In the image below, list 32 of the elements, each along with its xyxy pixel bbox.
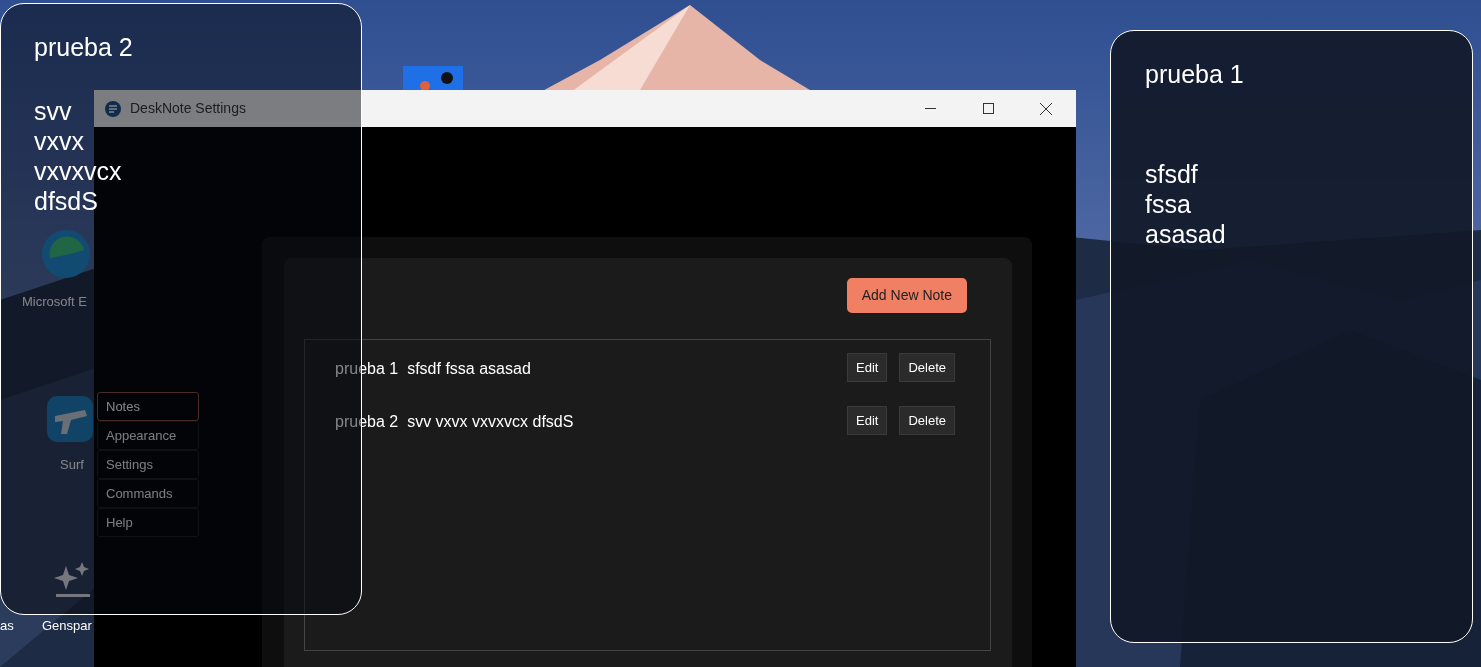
- note-line: fssa: [1145, 189, 1191, 219]
- browser-icon[interactable]: [40, 228, 92, 280]
- icon-label[interactable]: Genspar: [42, 616, 92, 636]
- delete-button[interactable]: Delete: [899, 353, 955, 382]
- edit-button[interactable]: Edit: [847, 406, 888, 435]
- nav-item[interactable]: Settings: [97, 450, 199, 479]
- note-line: svv: [34, 96, 72, 126]
- nav-item[interactable]: Help: [97, 508, 199, 537]
- airplane-icon[interactable]: [45, 394, 95, 444]
- note-title: prueba 2: [34, 32, 133, 62]
- maximize-icon: [982, 103, 994, 114]
- note-line: vxvx: [34, 126, 84, 156]
- nav-item[interactable]: Appearance: [97, 421, 199, 450]
- icon-label[interactable]: Surf: [60, 455, 84, 475]
- nav-item[interactable]: Notes: [97, 392, 199, 421]
- edit-button[interactable]: Edit: [847, 353, 888, 382]
- note-line: vxvxvcx: [34, 156, 122, 186]
- note-line: dfsdS: [34, 186, 98, 216]
- notes-icon: [105, 100, 121, 117]
- window-title: DeskNote Settings: [130, 99, 246, 118]
- note-line: sfsdf: [1145, 159, 1198, 189]
- note-title: prueba 1: [1145, 59, 1244, 89]
- delete-button[interactable]: Delete: [899, 406, 955, 435]
- note-content: sfsdf fssa asasad: [407, 359, 531, 379]
- note-content: svv vxvx vxvxvcx dfsdS: [407, 412, 574, 432]
- nav-item[interactable]: Commands: [97, 479, 199, 508]
- minimize-icon: [924, 108, 936, 109]
- icon-label[interactable]: as: [0, 616, 14, 636]
- close-icon: [1040, 102, 1052, 115]
- icon-label[interactable]: Microsoft E: [22, 292, 87, 312]
- note-line: asasad: [1145, 219, 1226, 249]
- add-note-button[interactable]: Add New Note: [846, 278, 967, 313]
